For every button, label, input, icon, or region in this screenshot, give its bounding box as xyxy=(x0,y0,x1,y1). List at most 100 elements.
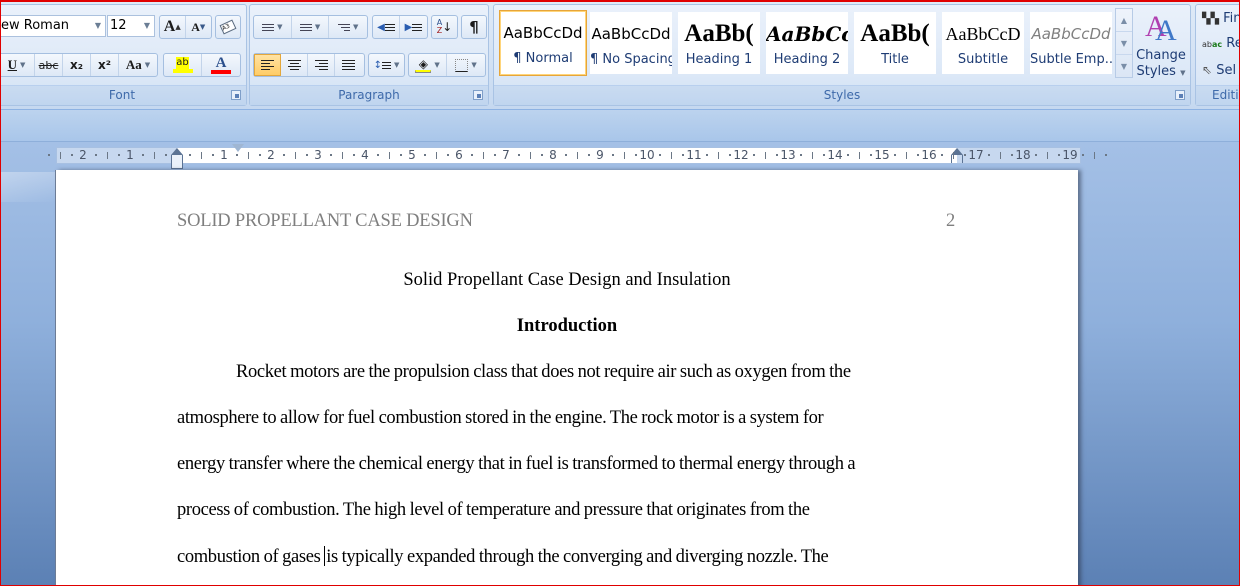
style-sample: AaBbCcDd xyxy=(1031,25,1111,43)
page-header[interactable]: SOLID PROPELLANT CASE DESIGN xyxy=(177,211,473,232)
body-line[interactable]: Rocket motors are the propulsion class t… xyxy=(236,362,851,383)
font-name-value: ew Roman xyxy=(1,18,70,33)
ruler-minor-tick xyxy=(823,154,826,156)
grow-font-icon: A xyxy=(163,18,176,35)
ruler-label: 1 xyxy=(220,148,228,162)
numbering-button[interactable]: ▼ xyxy=(292,16,330,38)
ruler-minor-tick xyxy=(635,154,638,156)
chevron-down-icon[interactable]: ▼ xyxy=(277,23,282,31)
strikethrough-button[interactable]: abc xyxy=(35,54,63,76)
section-heading[interactable]: Introduction xyxy=(56,316,1078,337)
horizontal-ruler[interactable]: 2 1 1 2 3 4 5 6 7 8 9 10 11 12 13 14 15 16 17 18 19 xyxy=(47,144,1108,169)
shading-button[interactable]: ◈ ▼ xyxy=(409,54,448,76)
font-size-value: 12 xyxy=(110,18,127,33)
chevron-down-icon[interactable]: ▼ xyxy=(145,61,150,69)
change-case-button[interactable]: Aa ▼ xyxy=(119,54,157,76)
show-formatting-marks-button[interactable]: ¶ xyxy=(462,16,486,38)
pilcrow-icon: ¶ xyxy=(469,18,479,36)
quick-styles-gallery: AaBbCcDd ¶ Normal AaBbCcDd ¶ No Spacing … xyxy=(497,10,1117,76)
ruler-minor-tick xyxy=(588,154,591,156)
color-buttons: ab A xyxy=(163,53,241,77)
paragraph-group: ▼ ▼ ▼ ◀ ▶ A Z ↓ ¶ ↕ ▼ ◈ ▼ ▼ Paragraph xyxy=(249,4,489,106)
increase-indent-button[interactable]: ▶ xyxy=(400,16,427,38)
style-subtle-emphasis[interactable]: AaBbCcDd Subtle Emp... xyxy=(1030,12,1112,74)
body-line[interactable]: process of combustion. The high level of… xyxy=(177,500,810,521)
find-button[interactable]: ▚▚ Fin xyxy=(1202,8,1239,30)
chevron-down-icon[interactable]: ▼ xyxy=(353,23,358,31)
ruler-label: 14 xyxy=(827,148,843,162)
change-styles-label-2: Styles ▼ xyxy=(1136,64,1186,79)
bullets-button[interactable]: ▼ xyxy=(254,16,292,38)
highlight-button[interactable]: ab xyxy=(164,54,202,76)
align-left-button[interactable] xyxy=(254,54,281,76)
borders-button[interactable]: ▼ xyxy=(447,54,485,76)
shrink-font-button[interactable]: A ▼ xyxy=(186,16,211,38)
style-heading-2[interactable]: AaBbCc Heading 2 xyxy=(766,12,848,74)
superscript-button[interactable]: x² xyxy=(91,54,119,76)
style-name: Title xyxy=(881,52,909,67)
chevron-down-icon[interactable]: ▼ xyxy=(20,61,25,69)
gallery-scroll-up-button[interactable]: ▲ xyxy=(1116,9,1132,32)
document-page[interactable]: SOLID PROPELLANT CASE DESIGN 2 Solid Pro… xyxy=(56,170,1078,585)
chevron-down-icon[interactable]: ▼ xyxy=(144,16,150,36)
chevron-down-icon[interactable]: ▼ xyxy=(315,23,320,31)
align-right-icon xyxy=(314,58,328,72)
justify-icon xyxy=(342,58,355,72)
style-sample: AaBb( xyxy=(684,20,754,47)
font-name-combo[interactable]: ew Roman ▼ xyxy=(1,15,106,37)
font-color-button[interactable]: A xyxy=(202,54,240,76)
ruler-minor-tick xyxy=(1034,154,1037,156)
style-no-spacing[interactable]: AaBbCcDd ¶ No Spacing xyxy=(590,12,672,74)
ruler-label: 17 xyxy=(968,148,984,162)
ruler-label: 6 xyxy=(455,148,463,162)
style-sample: AaBbCc xyxy=(766,22,848,46)
gallery-scroll-down-button[interactable]: ▼ xyxy=(1116,32,1132,55)
clear-formatting-button[interactable]: A3 xyxy=(216,16,240,38)
chevron-down-icon[interactable]: ▼ xyxy=(471,61,476,69)
hanging-indent-marker[interactable] xyxy=(171,148,183,169)
justify-button[interactable] xyxy=(335,54,362,76)
align-center-button[interactable] xyxy=(281,54,308,76)
highlighter-icon: ab xyxy=(176,57,189,69)
subscript-button[interactable]: x₂ xyxy=(63,54,91,76)
ruler-label: 8 xyxy=(549,148,557,162)
align-right-button[interactable] xyxy=(308,54,335,76)
style-normal[interactable]: AaBbCcDd ¶ Normal xyxy=(499,10,587,76)
editing-group: ▚▚ Fin abac Rep ⇖ Sel Editi xyxy=(1195,4,1239,106)
gallery-more-button[interactable]: ▼ xyxy=(1116,55,1132,78)
multilevel-list-button[interactable]: ▼ xyxy=(329,16,367,38)
ruler-half-tick xyxy=(388,152,390,159)
text-after-caret: is typically expanded through the conver… xyxy=(326,547,829,567)
change-styles-button[interactable]: AA Change Styles ▼ xyxy=(1135,10,1187,86)
style-title[interactable]: AaBb( Title xyxy=(854,12,936,74)
chevron-down-icon[interactable]: ▼ xyxy=(95,16,101,36)
chevron-down-icon[interactable]: ▼ xyxy=(434,61,439,69)
document-title[interactable]: Solid Propellant Case Design and Insulat… xyxy=(56,270,1078,291)
underline-button[interactable]: U ▼ xyxy=(1,54,35,76)
ruler-minor-tick xyxy=(846,154,849,156)
workspace-sheen xyxy=(1,172,56,202)
paragraph-dialog-launcher[interactable] xyxy=(473,90,483,100)
body-line[interactable]: energy transfer where the chemical energ… xyxy=(177,454,856,475)
paragraph-group-label: Paragraph xyxy=(250,85,488,105)
ribbon: ew Roman ▼ 12 ▼ A ▲ A ▼ A3 U ▼ abc x₂ x²… xyxy=(1,2,1239,110)
replace-button[interactable]: abac Rep xyxy=(1202,33,1239,55)
body-line[interactable]: combustion of gases is typically expande… xyxy=(177,546,829,568)
first-line-indent-marker[interactable] xyxy=(232,144,244,152)
ruler-half-tick xyxy=(858,152,860,159)
style-subtitle[interactable]: AaBbCcD Subtitle xyxy=(942,12,1024,74)
font-dialog-launcher[interactable] xyxy=(231,90,241,100)
chevron-down-icon[interactable]: ▼ xyxy=(394,61,399,69)
style-heading-1[interactable]: AaBb( Heading 1 xyxy=(678,12,760,74)
line-spacing-button[interactable]: ↕ ▼ xyxy=(369,54,404,76)
word-window: ew Roman ▼ 12 ▼ A ▲ A ▼ A3 U ▼ abc x₂ x²… xyxy=(0,0,1240,586)
select-button[interactable]: ⇖ Sel xyxy=(1202,59,1236,81)
decrease-indent-button[interactable]: ◀ xyxy=(373,16,400,38)
styles-dialog-launcher[interactable] xyxy=(1175,90,1185,100)
ribbon-bottom-strip xyxy=(1,110,1239,142)
body-line[interactable]: atmosphere to allow for fuel combustion … xyxy=(177,408,824,429)
grow-font-button[interactable]: A ▲ xyxy=(160,16,186,38)
sort-button[interactable]: A Z ↓ xyxy=(432,16,457,38)
font-size-combo[interactable]: 12 ▼ xyxy=(107,15,155,37)
ruler-minor-tick xyxy=(94,154,97,156)
